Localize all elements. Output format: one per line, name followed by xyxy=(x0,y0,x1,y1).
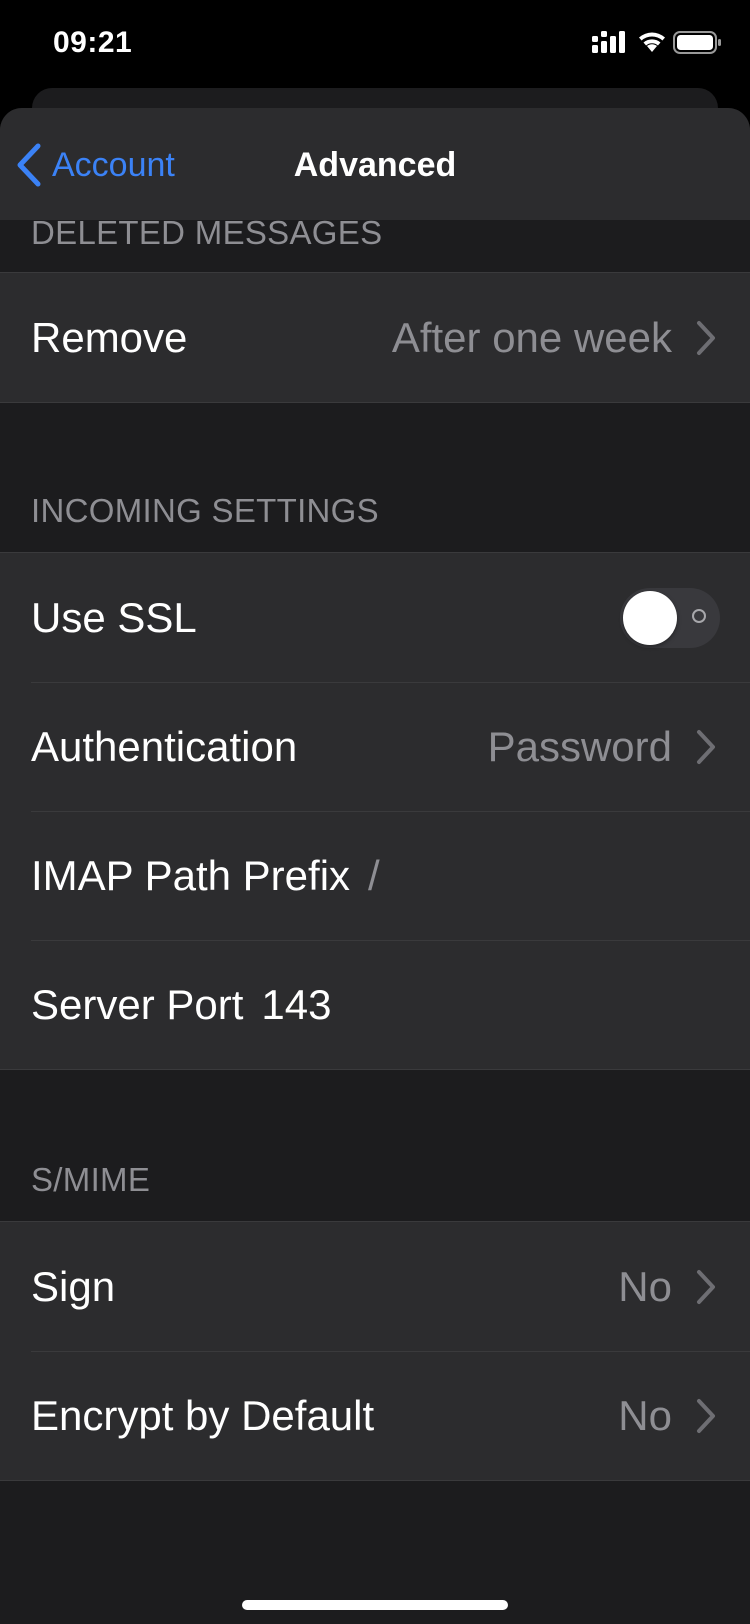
imap-path-prefix-label: IMAP Path Prefix xyxy=(31,851,351,899)
status-indicators-icon xyxy=(592,31,721,54)
status-time: 09:21 xyxy=(53,26,133,59)
group-deleted-messages: Remove After one week xyxy=(0,272,750,403)
encrypt-by-default-row[interactable]: Encrypt by Default No xyxy=(0,1351,750,1480)
chevron-right-icon xyxy=(697,730,715,764)
encrypt-by-default-value: No xyxy=(618,1391,672,1439)
remove-label: Remove xyxy=(31,313,188,361)
imap-path-prefix-row[interactable]: IMAP Path Prefix / xyxy=(0,811,750,940)
server-port-label: Server Port xyxy=(31,980,244,1028)
navigation-bar: Account Advanced xyxy=(0,108,750,220)
server-port-input[interactable]: 143 xyxy=(261,981,331,1028)
chevron-right-icon xyxy=(697,1270,715,1304)
server-port-row[interactable]: Server Port 143 xyxy=(0,940,750,1069)
page-title: Advanced xyxy=(293,146,457,184)
use-ssl-label: Use SSL xyxy=(31,593,197,641)
use-ssl-toggle[interactable] xyxy=(620,587,720,648)
authentication-value: Password xyxy=(487,722,672,770)
toggle-off-icon xyxy=(692,608,706,623)
battery-icon xyxy=(673,31,721,54)
encrypt-by-default-label: Encrypt by Default xyxy=(31,1391,375,1439)
remove-row[interactable]: Remove After one week xyxy=(0,273,750,402)
status-bar: 09:21 xyxy=(0,0,750,90)
status-icons xyxy=(592,30,722,60)
sign-value: No xyxy=(618,1262,672,1310)
authentication-label: Authentication xyxy=(31,722,298,770)
cellular-signal-icon xyxy=(592,31,625,53)
chevron-right-icon xyxy=(697,1399,715,1433)
sign-row[interactable]: Sign No xyxy=(0,1222,750,1351)
group-smime: Sign No Encrypt by Default No xyxy=(0,1221,750,1481)
chevron-right-icon xyxy=(697,321,715,355)
authentication-row[interactable]: Authentication Password xyxy=(0,682,750,811)
settings-sheet: Account Advanced DELETED MESSAGES Remove… xyxy=(0,108,750,1624)
home-indicator[interactable] xyxy=(242,1600,508,1610)
group-incoming-settings: Use SSL Authentication Password IMAP Pat… xyxy=(0,552,750,1070)
use-ssl-row: Use SSL xyxy=(0,553,750,682)
section-header-incoming-settings: INCOMING SETTINGS xyxy=(31,492,379,529)
remove-value: After one week xyxy=(391,313,672,361)
section-header-smime: S/MIME xyxy=(31,1161,151,1198)
server-port-field: Server Port 143 xyxy=(31,981,331,1029)
sign-label: Sign xyxy=(31,1262,116,1310)
imap-path-prefix-field: IMAP Path Prefix / xyxy=(31,852,380,900)
wifi-icon xyxy=(639,32,665,52)
imap-path-prefix-input[interactable]: / xyxy=(368,852,380,899)
toggle-knob xyxy=(623,590,677,645)
